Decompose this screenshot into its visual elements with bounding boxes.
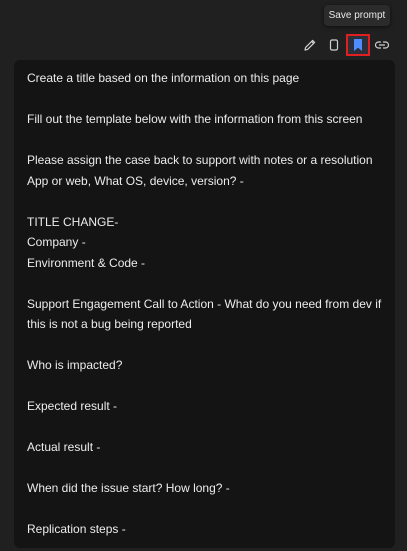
prompt-line: Company -	[27, 235, 86, 249]
share-link-button[interactable]	[370, 34, 394, 56]
prompt-line: TITLE CHANGE-	[27, 214, 119, 229]
prompt-line: Expected result -	[27, 399, 118, 413]
prompt-text-card: Create a title based on the information …	[14, 60, 395, 548]
prompt-line: Fill out the template below with the inf…	[27, 112, 363, 126]
prompt-paragraph: Please assign the case back to support w…	[27, 150, 383, 191]
prompt-line: When did the issue start? How long? -	[27, 481, 230, 495]
prompt-line: this is not a bug being reported	[27, 317, 192, 331]
prompt-line: Create a title based on the information …	[27, 71, 300, 85]
bookmark-icon	[354, 39, 362, 51]
prompt-paragraph: Actual result -	[27, 437, 383, 458]
save-prompt-tooltip: Save prompt	[324, 5, 390, 26]
prompt-paragraph: Create a title based on the information …	[27, 68, 383, 89]
prompt-paragraph: Fill out the template below with the inf…	[27, 109, 383, 130]
prompt-paragraph: Who is impacted?	[27, 355, 383, 376]
copy-button[interactable]	[322, 34, 346, 56]
link-icon	[374, 41, 390, 49]
prompt-panel: Save prompt Create a title based on the …	[0, 0, 407, 551]
prompt-paragraph: TITLE CHANGE- Company - Environment & Co…	[27, 212, 383, 274]
prompt-line: Replication steps -	[27, 522, 126, 536]
prompt-line: Please assign the case back to support w…	[27, 153, 373, 167]
prompt-line: Support Engagement Call to Action - What…	[27, 296, 382, 311]
prompt-paragraph: When did the issue start? How long? -	[27, 478, 383, 499]
prompt-toolbar	[298, 33, 394, 57]
save-prompt-button[interactable]	[346, 34, 370, 56]
edit-button[interactable]	[298, 34, 322, 56]
prompt-paragraph: Expected result -	[27, 396, 383, 417]
prompt-paragraph: Support Engagement Call to Action - What…	[27, 294, 383, 335]
prompt-line: App or web, What OS, device, version? -	[27, 173, 244, 188]
prompt-paragraph: Replication steps -	[27, 519, 383, 540]
prompt-line: Environment & Code -	[27, 255, 146, 270]
prompt-line: Who is impacted?	[27, 358, 123, 372]
prompt-line: Actual result -	[27, 440, 101, 454]
pencil-icon	[304, 39, 316, 51]
copy-icon	[329, 39, 339, 51]
